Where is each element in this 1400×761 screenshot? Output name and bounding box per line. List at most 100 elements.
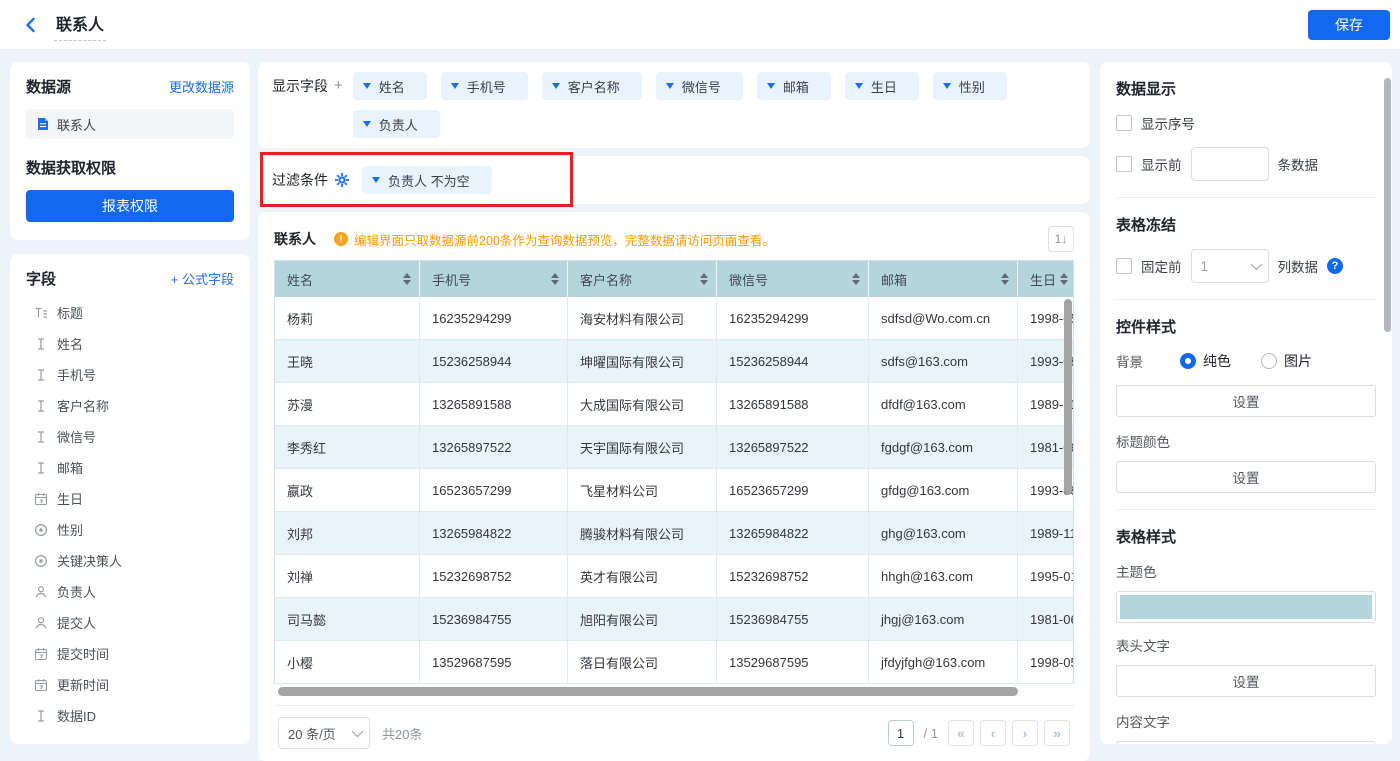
sort-order-icon[interactable]: 1↓ <box>1048 226 1074 252</box>
field-item[interactable]: 提交时间 <box>26 638 234 669</box>
display-field-tag[interactable]: 生日 <box>844 72 919 100</box>
body-text-set-button[interactable]: 设置 <box>1116 741 1376 744</box>
field-item[interactable]: 微信号 <box>26 421 234 452</box>
next-page-icon[interactable]: › <box>1012 720 1038 746</box>
title-color-set-button[interactable]: 设置 <box>1116 461 1376 493</box>
pagination-bar: 20 条/页 共20条 1 / 1 «‹ ›» <box>274 705 1074 751</box>
warning-text: 编辑界面只取数据源前200条作为查询数据预览，完整数据请访问页面查看。 <box>354 233 775 248</box>
calendar-icon <box>34 678 48 692</box>
widget-style-title: 控件样式 <box>1116 319 1177 336</box>
horizontal-scrollbar[interactable] <box>276 687 1072 697</box>
total-count: 共20条 <box>382 726 423 742</box>
change-datasource-link[interactable]: 更改数据源 <box>169 77 234 96</box>
display-field-tag[interactable]: 性别 <box>932 72 1007 100</box>
add-field-icon[interactable]: + <box>334 72 343 100</box>
sort-icon[interactable] <box>700 273 708 285</box>
field-item[interactable]: 邮箱 <box>26 452 234 483</box>
column-header[interactable]: 姓名 <box>275 261 420 297</box>
display-field-tag[interactable]: 姓名 <box>352 72 427 100</box>
field-item[interactable]: 数据ID <box>26 700 234 731</box>
field-item[interactable]: 关键决策人 <box>26 545 234 576</box>
field-item[interactable]: 提交人 <box>26 607 234 638</box>
table-row[interactable]: 刘邦 13265984822 腾骏材料有限公司 13265984822 ghg@163.… <box>275 512 1073 555</box>
field-item[interactable]: 更新时间 <box>26 669 234 700</box>
table-cell: 飞星材料公司 <box>568 469 717 512</box>
show-index-checkbox[interactable] <box>1116 115 1132 131</box>
last-page-icon[interactable]: » <box>1044 720 1070 746</box>
current-page-input[interactable]: 1 <box>887 720 914 746</box>
field-item[interactable]: 生日 <box>26 483 234 514</box>
column-header[interactable]: 微信号 <box>717 261 869 297</box>
display-field-tag[interactable]: 邮箱 <box>756 72 831 100</box>
table-cell: ghg@163.com <box>869 512 1018 555</box>
tag-label: 姓名 <box>378 79 405 95</box>
gear-icon[interactable] <box>334 172 350 188</box>
prev-page-icon[interactable]: ‹ <box>980 720 1006 746</box>
table-row[interactable]: 小樱 13529687595 落日有限公司 13529687595 jfdyjfgh@1… <box>275 641 1073 684</box>
text-icon <box>34 430 48 444</box>
table-row[interactable]: 苏漫 13265891588 大成国际有限公司 13265891588 dfdf@163… <box>275 383 1073 426</box>
radio-icon <box>34 554 48 568</box>
formula-field-link[interactable]: + 公式字段 <box>171 269 234 288</box>
show-first-checkbox[interactable] <box>1116 156 1132 172</box>
field-item[interactable]: 姓名 <box>26 328 234 359</box>
report-permission-button[interactable]: 报表权限 <box>26 190 234 222</box>
sort-icon[interactable] <box>403 273 411 285</box>
filter-condition-tag[interactable]: 负责人 不为空 <box>362 166 492 194</box>
table-cell: hhgh@163.com <box>869 555 1018 598</box>
help-icon[interactable]: ? <box>1327 258 1343 274</box>
sort-icon[interactable] <box>551 273 559 285</box>
display-field-tag[interactable]: 手机号 <box>440 72 528 100</box>
field-item[interactable]: 客户名称 <box>26 390 234 421</box>
column-header[interactable]: 生日 <box>1018 261 1073 297</box>
display-field-tag[interactable]: 微信号 <box>655 72 743 100</box>
sort-icon[interactable] <box>1060 273 1069 285</box>
freeze-checkbox[interactable] <box>1116 258 1132 274</box>
datasource-card: 数据源 更改数据源 联系人 数据获取权限 报表权限 <box>10 62 250 240</box>
text-icon <box>34 337 48 351</box>
table-cell: 16523657299 <box>717 469 869 512</box>
table-row[interactable]: 李秀红 13265897522 天宇国际有限公司 13265897522 fgdgf@1… <box>275 426 1073 469</box>
panel-scrollbar[interactable] <box>1384 78 1391 332</box>
save-button[interactable]: 保存 <box>1308 9 1390 40</box>
datasource-item[interactable]: 联系人 <box>26 109 234 139</box>
text-icon <box>34 399 48 413</box>
solid-color-radio[interactable]: 纯色 <box>1180 351 1231 371</box>
first-page-icon[interactable]: « <box>948 720 974 746</box>
column-header[interactable]: 邮箱 <box>869 261 1018 297</box>
table-row[interactable]: 王晓 15236258944 坤曜国际有限公司 15236258944 sdfs@163… <box>275 340 1073 383</box>
filter-label: 过滤条件 <box>272 172 328 188</box>
sort-icon[interactable] <box>852 273 860 285</box>
field-item[interactable]: 标题 <box>26 297 234 328</box>
field-item[interactable]: 性别 <box>26 514 234 545</box>
divider <box>1116 197 1376 198</box>
table-row[interactable]: 司马懿 15236984755 旭阳有限公司 15236984755 jhgj@163.… <box>275 598 1073 641</box>
table-row[interactable]: 杨莉 16235294299 海安材料有限公司 16235294299 sdfsd@Wo… <box>275 297 1073 340</box>
field-item-label: 标题 <box>57 306 84 321</box>
freeze-count-select[interactable]: 1 <box>1190 249 1269 283</box>
display-field-tag[interactable]: 负责人 <box>352 110 440 138</box>
back-icon[interactable] <box>22 16 40 34</box>
header-text-set-button[interactable]: 设置 <box>1116 665 1376 697</box>
table-row[interactable]: 刘禅 15232698752 英才有限公司 15232698752 hhgh@163.c… <box>275 555 1073 598</box>
solid-color-label: 纯色 <box>1203 353 1231 369</box>
display-field-tag[interactable]: 客户名称 <box>541 72 642 100</box>
table-cell: 15236984755 <box>717 598 869 641</box>
vertical-scrollbar[interactable] <box>1064 299 1072 495</box>
sort-icon[interactable] <box>1001 273 1009 285</box>
field-item[interactable]: 负责人 <box>26 576 234 607</box>
horizontal-scrollbar-thumb[interactable] <box>278 687 1019 696</box>
table-cell: 1995-01 <box>1018 555 1073 598</box>
table-row[interactable]: 嬴政 16523657299 飞星材料公司 16523657299 gfdg@163.c… <box>275 469 1073 512</box>
background-set-button[interactable]: 设置 <box>1116 385 1376 417</box>
page-title: 联系人 <box>54 9 107 41</box>
theme-color-swatch[interactable] <box>1116 591 1376 623</box>
page-size-select[interactable]: 20 条/页 <box>278 717 370 749</box>
image-radio[interactable]: 图片 <box>1261 351 1312 371</box>
tag-label: 生日 <box>870 79 897 95</box>
table-cell: 大成国际有限公司 <box>568 383 717 426</box>
column-header[interactable]: 手机号 <box>420 261 568 297</box>
column-header[interactable]: 客户名称 <box>568 261 717 297</box>
row-limit-input[interactable] <box>1190 147 1269 181</box>
field-item[interactable]: 手机号 <box>26 359 234 390</box>
